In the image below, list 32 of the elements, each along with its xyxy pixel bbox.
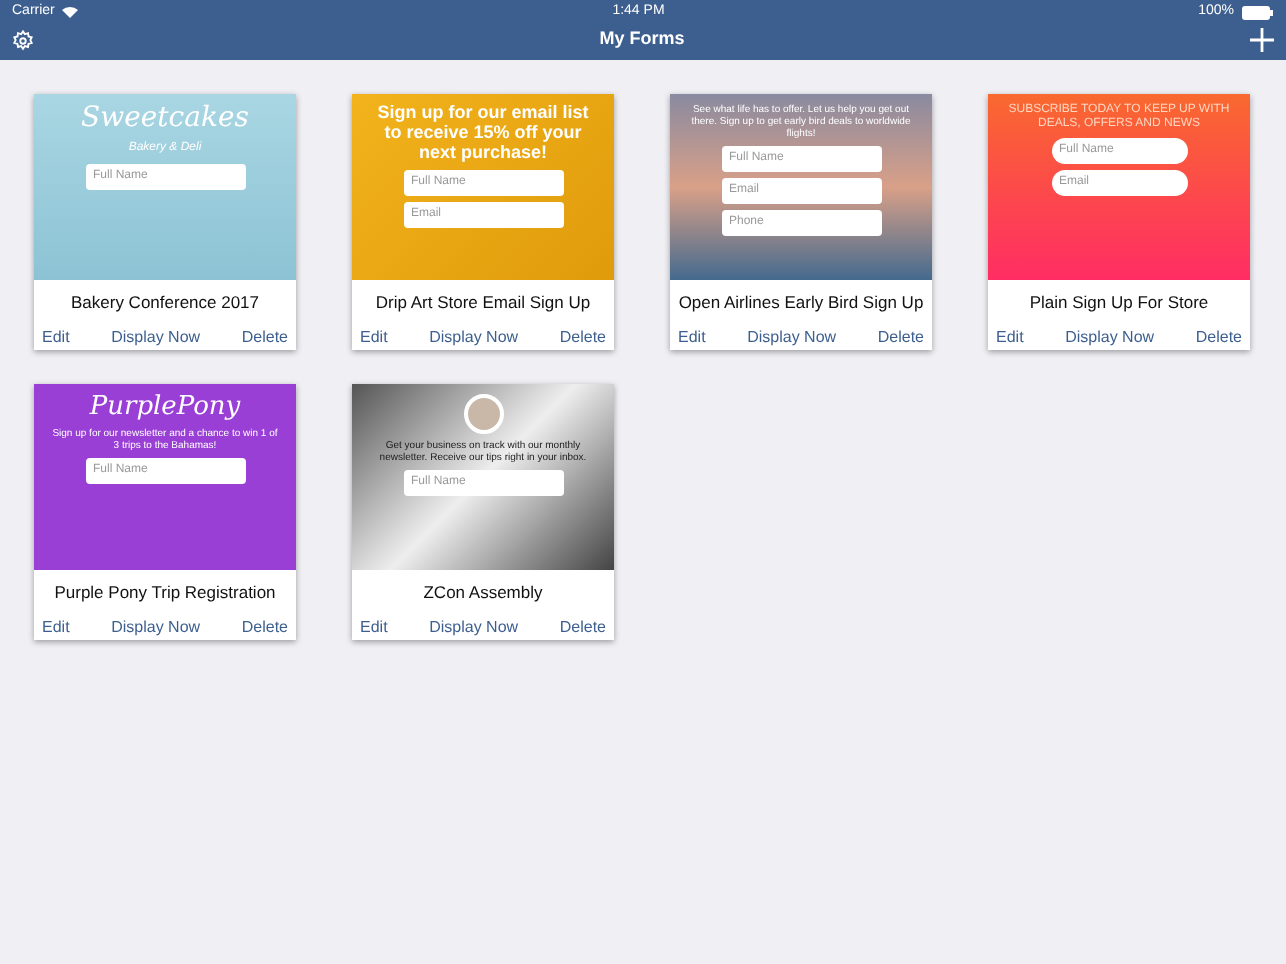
display-now-button[interactable]: Display Now (111, 325, 201, 350)
form-title: Plain Sign Up For Store (1027, 290, 1211, 316)
preview-heading: PurplePony (89, 394, 241, 423)
display-now-button[interactable]: Display Now (429, 325, 519, 350)
form-title: Drip Art Store Email Sign Up (373, 290, 593, 316)
form-title: ZCon Assembly (421, 580, 545, 606)
display-now-button[interactable]: Display Now (747, 325, 837, 350)
form-title: Open Airlines Early Bird Sign Up (676, 290, 926, 316)
delete-button[interactable]: Delete (559, 615, 606, 640)
delete-button[interactable]: Delete (877, 325, 924, 350)
settings-icon[interactable] (12, 29, 34, 51)
display-now-button[interactable]: Display Now (1065, 325, 1155, 350)
preview-heading: Sign up for our email list to receive 15% off your next purchase! (375, 104, 591, 164)
form-title: Bakery Conference 2017 (68, 290, 262, 316)
delete-button[interactable]: Delete (241, 325, 288, 350)
delete-button[interactable]: Delete (1195, 325, 1242, 350)
edit-button[interactable]: Edit (42, 615, 70, 640)
display-now-button[interactable]: Display Now (429, 615, 519, 640)
edit-button[interactable]: Edit (360, 325, 388, 350)
edit-button[interactable]: Edit (678, 325, 706, 350)
form-title: Purple Pony Trip Registration (52, 580, 278, 606)
delete-button[interactable]: Delete (241, 615, 288, 640)
delete-button[interactable]: Delete (559, 325, 606, 350)
add-icon[interactable] (1249, 28, 1274, 52)
display-now-button[interactable]: Display Now (111, 615, 201, 640)
preview-heading: Sweetcakes (81, 104, 249, 135)
edit-button[interactable]: Edit (42, 325, 70, 350)
edit-button[interactable]: Edit (360, 615, 388, 640)
wifi-icon (62, 6, 79, 18)
page-title: My Forms (599, 26, 685, 53)
battery-icon (1242, 5, 1274, 19)
edit-button[interactable]: Edit (996, 325, 1024, 350)
